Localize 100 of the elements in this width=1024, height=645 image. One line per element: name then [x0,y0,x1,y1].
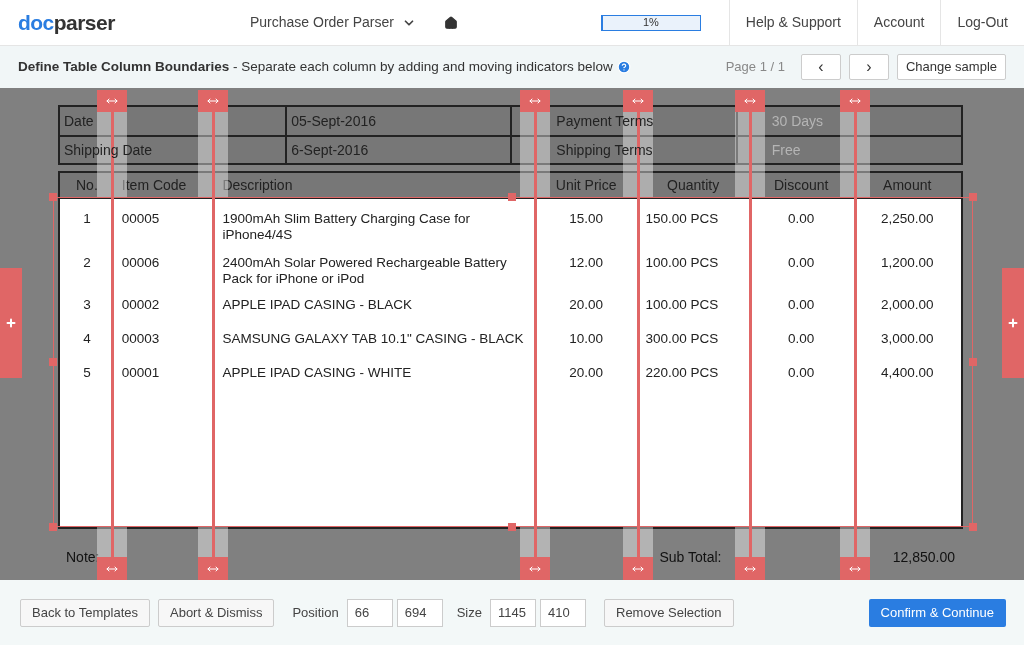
drag-handle[interactable] [623,557,653,580]
table-cell: 2,000.00 [880,297,934,312]
marker-band [735,527,765,557]
table-cell: 12.00 [569,255,603,270]
remove-selection-button[interactable]: Remove Selection [604,598,734,627]
nav-link[interactable]: Account [856,0,941,45]
marker-band [198,527,228,557]
resize-handle[interactable] [508,523,516,531]
resize-handle[interactable] [969,523,977,531]
drag-handle[interactable] [520,90,550,112]
table-cell: 0.00 [788,365,815,380]
subtotal-label: Sub Total: [659,548,722,567]
table-cell: 150.00 PCS [645,211,719,226]
previous-page-button[interactable]: ‹ [800,54,841,80]
instruction-text: Define Table Column Boundaries - Separate each column by adding and moving indicators below [18,57,613,76]
table-cell: 0.00 [788,331,815,346]
column-header: Amount [883,175,932,195]
page-indicator: Page 1 / 1 [725,58,785,77]
column-header: Discount [773,175,829,195]
column-header: Quantity [667,175,720,195]
drag-handle[interactable] [735,90,765,112]
drag-handle[interactable] [97,90,127,112]
table-cell: 1 [83,211,91,226]
position-label: Position [292,603,339,622]
size-field[interactable]: 410 [540,598,586,627]
home-icon[interactable] [443,15,458,30]
table-cell: 00001 [121,365,160,380]
position-field[interactable]: 66 [346,598,393,627]
marker-band [623,527,653,557]
size-label: Size [456,603,482,622]
nav-link[interactable]: Log-Out [940,0,1024,45]
add-column-button[interactable] [0,268,22,378]
table-cell: 100.00 PCS [645,297,719,312]
table-cell: 4,400.00 [880,365,934,380]
drag-handle[interactable] [97,557,127,580]
resize-handle[interactable] [49,358,57,366]
column-header: Description [222,175,293,195]
info-cell-text: 6-Sept-2016 [291,140,369,160]
column-divider-line[interactable] [212,112,215,557]
column-header: No. [76,175,98,195]
table-cell: 2 [83,255,91,270]
table-cell: 20.00 [569,297,603,312]
table-cell: 2,250.00 [880,211,934,226]
drag-handle[interactable] [198,90,228,112]
subtotal-value: 12,850.00 [892,548,955,567]
table-cell: 00005 [121,211,160,226]
table-cell: APPLE IPAD CASING - BLACK [222,297,412,312]
drag-handle[interactable] [840,557,870,580]
marker-band [97,527,127,557]
column-header: Item Code [121,175,187,195]
resize-handle[interactable] [49,193,57,201]
info-cell-text: Shipping Terms [556,140,653,160]
plus-icon [1007,317,1019,329]
info-cell-text: Free [771,140,801,160]
column-divider-line[interactable] [749,112,752,557]
help-icon[interactable] [616,60,631,74]
position-field[interactable]: 694 [396,598,443,627]
table-cell: 00003 [121,331,160,346]
column-header: Unit Price [555,175,617,195]
add-column-button[interactable] [1002,268,1024,378]
table-cell: 3 [83,297,91,312]
table-cell: APPLE IPAD CASING - WHITE [222,365,412,380]
table-cell: 00002 [121,297,160,312]
table-cell: 0.00 [788,255,815,270]
table-cell: SAMSUNG GALAXY TAB 10.1" CASING - BLACK [222,331,524,346]
table-cell: 220.00 PCS [645,365,719,380]
change-sample-button[interactable]: Change sample [896,54,1006,80]
drag-handle[interactable] [623,90,653,112]
confirm-button[interactable]: Confirm & Continue [868,598,1006,627]
table-cell: 15.00 [569,211,603,226]
logo[interactable]: docparser [0,6,250,39]
drag-handle[interactable] [520,557,550,580]
marker-band [840,527,870,557]
info-cell-text: 05-Sept-2016 [291,111,376,131]
table-cell: 3,000.00 [880,331,934,346]
info-cell-text: Payment Terms [556,111,654,131]
drag-handle[interactable] [840,90,870,112]
parser-dropdown[interactable]: Purchase Order Parser [250,12,416,33]
table-cell: 0.00 [788,297,815,312]
size-field[interactable]: 1145 [490,598,536,627]
drag-handle[interactable] [735,557,765,580]
next-page-button[interactable]: › [848,54,889,80]
table-cell: 10.00 [569,331,603,346]
resize-handle[interactable] [508,193,516,201]
resize-handle[interactable] [969,358,977,366]
column-divider-line[interactable] [854,112,857,557]
resize-handle[interactable] [969,193,977,201]
drag-handle[interactable] [198,557,228,580]
table-cell: 1900mAh Slim Battery Charging Case for iPhone4/4S [222,211,470,242]
note-label: Note: [66,548,100,567]
table-cell: 100.00 PCS [645,255,719,270]
back-to-templates-button[interactable]: Back to Templates [20,598,150,627]
table-cell: 2400mAh Solar Powered Rechargeable Battery Pack for iPhone or iPod [222,255,507,286]
info-cell-text: Date [64,111,94,131]
nav-link[interactable]: Help & Support [728,0,857,45]
table-cell: 5 [83,365,91,380]
abort-button[interactable]: Abort & Dismiss [158,598,275,627]
resize-handle[interactable] [49,523,57,531]
table-cell: 300.00 PCS [645,331,719,346]
table-cell: 1,200.00 [880,255,934,270]
